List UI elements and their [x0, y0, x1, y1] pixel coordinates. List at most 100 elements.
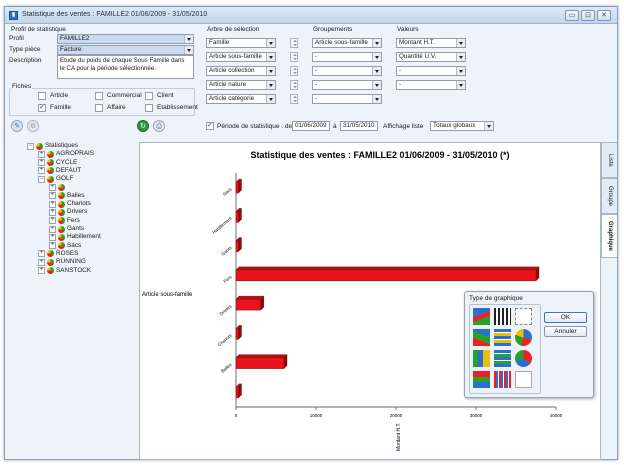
pie-chart-icon — [58, 184, 65, 191]
tree-expander-icon[interactable]: − — [27, 142, 34, 150]
chevron-down-icon — [266, 53, 275, 61]
arbre-spinner-1[interactable] — [290, 38, 298, 48]
arbre-select-4[interactable]: Article nature — [206, 80, 276, 90]
minimize-button[interactable]: ▭ — [565, 10, 579, 21]
multi-line-chart-icon[interactable] — [515, 371, 532, 388]
tree-expander-icon[interactable]: + — [38, 167, 45, 175]
tree-expander-icon[interactable]: + — [38, 150, 45, 158]
arbre-spinner-2[interactable] — [290, 52, 298, 62]
fiche-commercial-checkbox[interactable] — [95, 92, 103, 100]
fiche-famille-checkbox[interactable]: ✓ — [38, 104, 46, 112]
pie-chart-icon — [47, 258, 54, 266]
tree-item-label: Habillement — [67, 233, 101, 241]
valeur-select-4[interactable]: - — [396, 80, 466, 90]
tree-expander-icon[interactable]: + — [49, 233, 56, 241]
bar — [235, 357, 285, 369]
tree-expander-icon[interactable]: + — [49, 184, 56, 191]
tree-item-label: Fers — [67, 216, 80, 224]
edit-icon[interactable]: ✎ — [11, 120, 23, 132]
pie-chart-icon — [47, 250, 54, 258]
tree-expander-icon[interactable]: + — [49, 225, 56, 233]
arbre-spinner-4[interactable] — [290, 80, 298, 90]
tree-expander-icon[interactable]: + — [38, 258, 45, 266]
title-bar: ▮ Statistique des ventes : FAMILLE2 01/0… — [5, 7, 617, 24]
area-3d-chart-icon[interactable] — [473, 329, 490, 346]
tab-liste[interactable]: Liste — [601, 142, 617, 178]
category-label: Gants — [220, 245, 233, 257]
tab-graphique[interactable]: Graphique — [601, 214, 617, 258]
valeur-select-3[interactable]: - — [396, 66, 466, 76]
tab-groupe[interactable]: Groupe — [601, 178, 617, 214]
affichage-select[interactable]: Totaux globaux — [430, 121, 494, 131]
doughnut-chart-icon[interactable] — [515, 350, 532, 367]
chevron-down-icon — [266, 67, 275, 75]
valeur-select-2[interactable]: Quantité U.V. — [396, 52, 466, 62]
tree-expander-icon[interactable]: + — [38, 250, 45, 258]
horizontal-bar-chart-icon[interactable] — [494, 329, 511, 346]
groupement-select-3[interactable]: - — [312, 66, 382, 76]
refresh-icon[interactable]: ↻ — [137, 120, 149, 132]
chevron-down-icon — [184, 35, 193, 43]
stats-icon: ▮ — [9, 11, 18, 20]
arbre-value: Article catégorie — [209, 95, 255, 102]
tree-expander-icon[interactable]: − — [38, 175, 45, 183]
groupement-select-4[interactable]: - — [312, 80, 382, 90]
valeur-select-1[interactable]: Montant H.T. — [396, 38, 466, 48]
fiche-article-checkbox[interactable] — [38, 92, 46, 100]
line-chart-icon[interactable] — [515, 308, 532, 325]
ok-button[interactable]: OK — [544, 312, 587, 323]
tree-expander-icon[interactable]: + — [49, 217, 56, 225]
bar-3d-chart-icon[interactable] — [473, 350, 490, 367]
tree-expander-icon[interactable]: + — [38, 159, 45, 167]
fiche-client-checkbox[interactable] — [145, 92, 153, 100]
category-label: Sacs — [222, 186, 233, 197]
column-chart-icon[interactable] — [494, 371, 511, 388]
arbre-select-2[interactable]: Article sous-famille — [206, 52, 276, 62]
tree-item-label: AGROPRAIS — [56, 150, 94, 158]
affichage-value: Totaux globaux — [433, 122, 476, 129]
arbre-spinner-5[interactable] — [290, 94, 298, 104]
arbre-select-1[interactable]: Famille — [206, 38, 276, 48]
stacked-horizontal-bar-icon[interactable] — [494, 350, 511, 367]
arbre-select-5[interactable]: Article catégorie — [206, 94, 276, 104]
print-icon[interactable]: ⎙ — [153, 120, 165, 132]
groupements-label: Groupements — [313, 26, 353, 33]
bar — [235, 298, 261, 311]
tree-expander-icon[interactable]: + — [49, 200, 56, 208]
close-button[interactable]: ✕ — [597, 10, 611, 21]
periode-from-field[interactable]: 01/06/2009 — [292, 121, 330, 131]
fiche-affaire-checkbox[interactable] — [95, 104, 103, 112]
groupement-select-5[interactable]: - — [312, 94, 382, 104]
bar — [235, 181, 239, 194]
type-piece-select[interactable]: Facture — [57, 45, 194, 55]
cancel-button[interactable]: Annuler — [544, 326, 587, 337]
periode-to-field[interactable]: 31/05/2010 — [340, 121, 378, 131]
description-field[interactable]: Etude du poids de chaque Sous Famille da… — [57, 55, 194, 79]
settings-icon[interactable]: ⚙ — [27, 120, 39, 132]
stacked-bar-chart-icon[interactable] — [494, 308, 511, 325]
fiche-etablissement-checkbox[interactable] — [145, 104, 153, 112]
bar — [235, 269, 537, 282]
tree-item-label: Gants — [67, 225, 85, 232]
profil-select[interactable]: FAMILLE2 — [57, 34, 194, 44]
tree-expander-icon[interactable]: + — [49, 208, 56, 216]
chevron-down-icon — [266, 81, 275, 89]
tree-expander-icon[interactable]: + — [49, 192, 56, 200]
area-chart-icon[interactable] — [473, 308, 490, 325]
bar — [235, 386, 239, 399]
chevron-down-icon — [456, 39, 465, 47]
tree-expander-icon[interactable]: + — [38, 267, 45, 274]
type-piece-value: Facture — [60, 46, 82, 53]
maximize-button[interactable]: ⊡ — [581, 10, 595, 21]
arbre-select-3[interactable]: Article collection — [206, 66, 276, 76]
arbre-spinner-3[interactable] — [290, 66, 298, 76]
tree-item-label: SANSTOCK — [56, 266, 92, 274]
stacked-bar-3d-icon[interactable] — [473, 371, 490, 388]
groupement-select-2[interactable]: - — [312, 52, 382, 62]
pie-chart-icon[interactable] — [515, 329, 532, 346]
fiche-famille-label: Famille — [50, 104, 71, 111]
periode-checkbox[interactable]: ✓ — [206, 122, 214, 130]
tree-expander-icon[interactable]: + — [49, 242, 56, 250]
statistics-window: ▮ Statistique des ventes : FAMILLE2 01/0… — [4, 6, 618, 460]
groupement-select-1[interactable]: Article sous-famille — [312, 38, 382, 48]
